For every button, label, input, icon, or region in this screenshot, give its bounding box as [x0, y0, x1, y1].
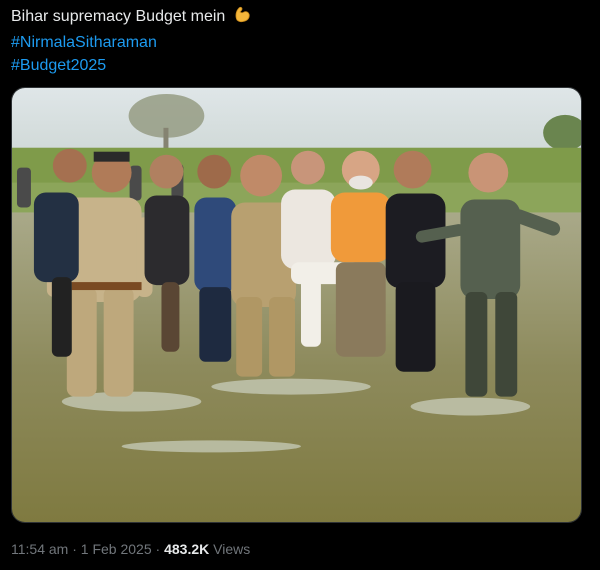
post-time[interactable]: 11:54 am [11, 541, 68, 557]
post-date[interactable]: 1 Feb 2025 [81, 541, 152, 557]
post-text-line-1: Bihar supremacy Budget mein [11, 4, 252, 31]
photo-illustration [12, 88, 581, 522]
flexed-biceps-icon [232, 4, 252, 31]
hashtag-link[interactable]: #Budget2025 [11, 54, 252, 77]
views-count[interactable]: 483.2K [164, 541, 209, 557]
post-photo[interactable] [11, 87, 582, 523]
meta-separator: · [155, 541, 161, 557]
post-meta: 11:54 am · 1 Feb 2025 · 483.2K Views [11, 541, 250, 557]
post-text: Bihar supremacy Budget mein #NirmalaSith… [11, 4, 252, 77]
meta-separator: · [72, 541, 77, 557]
post-caption: Bihar supremacy Budget mein [11, 8, 226, 25]
hashtag-link[interactable]: #NirmalaSitharaman [11, 31, 252, 54]
views-label: Views [213, 541, 251, 557]
